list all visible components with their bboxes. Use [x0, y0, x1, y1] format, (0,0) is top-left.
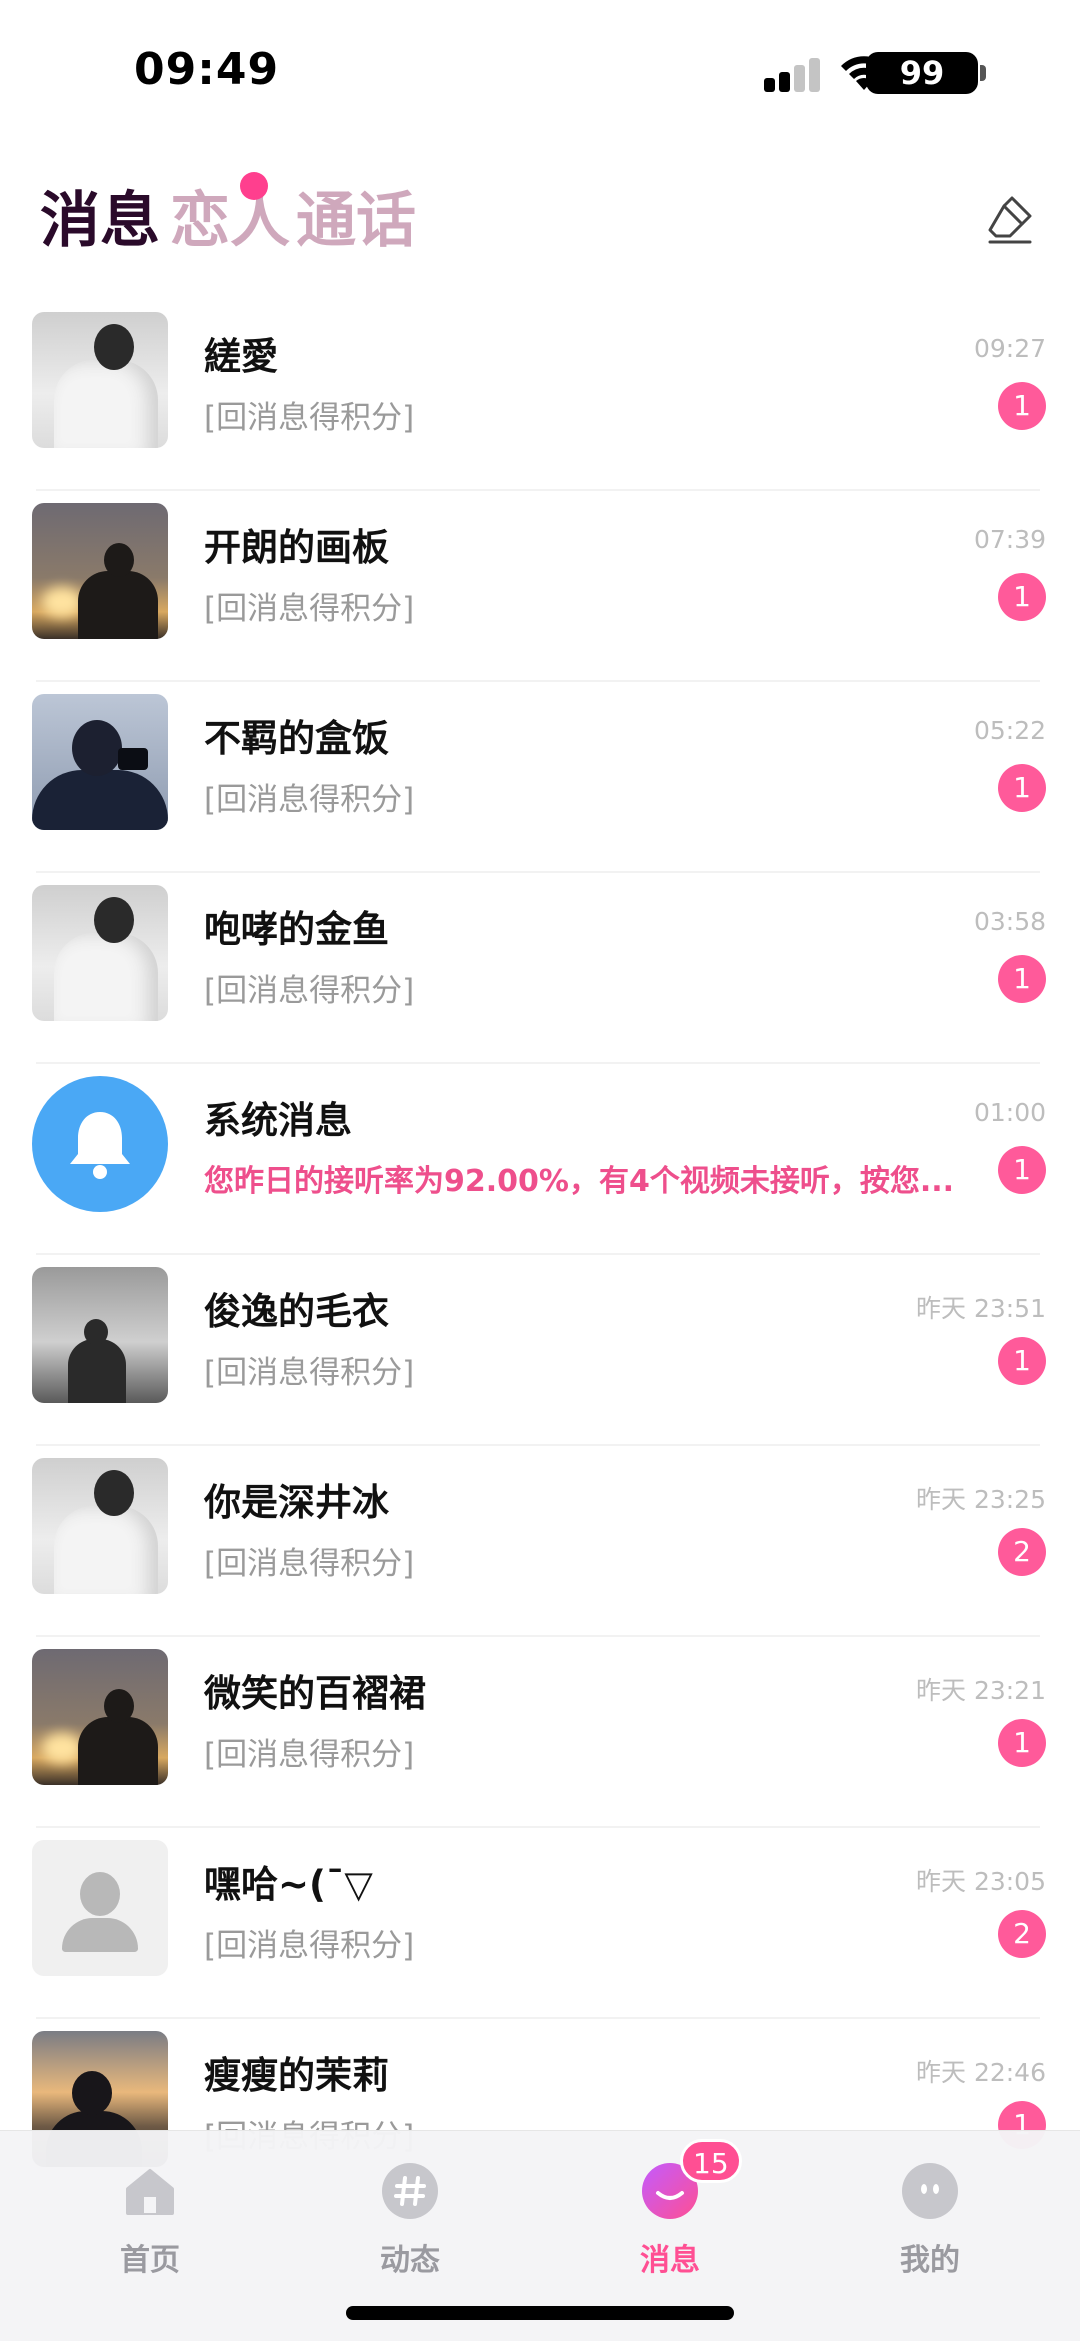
contact-name: 微笑的百褶裙: [204, 1672, 426, 1715]
unread-badge: 2: [998, 1910, 1046, 1958]
battery-icon: 99: [866, 52, 986, 94]
message-preview: [回消息得积分]: [204, 782, 415, 818]
unread-badge: 1: [998, 764, 1046, 812]
avatar[interactable]: [32, 1649, 168, 1785]
message-time: 03:58: [973, 907, 1046, 936]
message-preview: [回消息得积分]: [204, 1355, 415, 1391]
conversation-row[interactable]: 俊逸的毛衣 [回消息得积分] 昨天 23:51 1: [0, 1255, 1080, 1446]
message-time: 昨天 22:46: [916, 2058, 1046, 2087]
conversation-row-system[interactable]: 系统消息 您昨日的接听率为92.00%，有4个视频未接听，按您... 01:00…: [0, 1064, 1080, 1255]
message-time: 昨天 23:25: [916, 1485, 1046, 1514]
message-time: 昨天 23:51: [916, 1294, 1046, 1323]
conversation-row[interactable]: 咆哮的金鱼 [回消息得积分] 03:58 1: [0, 873, 1080, 1064]
message-preview: [回消息得积分]: [204, 1737, 415, 1773]
unread-badge: 1: [998, 1146, 1046, 1194]
hashtag-icon: [382, 2163, 438, 2219]
contact-name: 瘦瘦的茉莉: [204, 2054, 389, 2097]
nav-moments[interactable]: 动态: [330, 2149, 490, 2279]
message-time: 09:27: [973, 334, 1046, 363]
contact-name: 开朗的画板: [204, 526, 389, 569]
avatar[interactable]: [32, 312, 168, 448]
contact-name: 咆哮的金鱼: [204, 908, 389, 951]
tab-messages[interactable]: 消息: [36, 172, 160, 259]
unread-badge: 1: [998, 1719, 1046, 1767]
profile-icon: [902, 2163, 958, 2219]
nav-home[interactable]: 首页: [70, 2149, 230, 2279]
conversation-row[interactable]: 开朗的画板 [回消息得积分] 07:39 1: [0, 491, 1080, 682]
contact-name: 嘿哈~(¯▽: [204, 1863, 373, 1906]
tab-lover-unread-dot: [240, 172, 268, 200]
unread-badge: 1: [998, 955, 1046, 1003]
status-time: 09:49: [134, 44, 280, 95]
avatar[interactable]: [32, 885, 168, 1021]
nav-messages-badge: 15: [680, 2139, 742, 2183]
tab-lover-label: 恋人: [170, 186, 290, 256]
nav-profile[interactable]: 我的: [850, 2149, 1010, 2279]
message-preview: [回消息得积分]: [204, 1928, 415, 1964]
header: 消息 恋人 通话: [0, 150, 1080, 290]
contact-name: 俊逸的毛衣: [204, 1290, 389, 1333]
message-time: 01:00: [973, 1098, 1046, 1127]
contact-name: 系统消息: [204, 1099, 352, 1142]
unread-badge: 1: [998, 382, 1046, 430]
conversation-row[interactable]: 嘿哈~(¯▽ [回消息得积分] 昨天 23:05 2: [0, 1828, 1080, 2019]
tab-messages-label: 消息: [40, 186, 160, 256]
battery-level: 99: [866, 52, 978, 94]
message-preview: 您昨日的接听率为92.00%，有4个视频未接听，按您...: [204, 1164, 955, 1199]
unread-badge: 2: [998, 1528, 1046, 1576]
message-time: 昨天 23:05: [916, 1867, 1046, 1896]
tab-call[interactable]: 通话: [296, 172, 416, 259]
conversation-row[interactable]: 縒愛 [回消息得积分] 09:27 1: [0, 300, 1080, 491]
tab-call-label: 通话: [296, 186, 416, 256]
avatar[interactable]: [32, 1458, 168, 1594]
home-icon: [126, 2169, 174, 2215]
cellular-signal-icon: [764, 56, 822, 92]
message-preview: [回消息得积分]: [204, 1546, 415, 1582]
tab-lover[interactable]: 恋人: [170, 172, 290, 259]
nav-messages-label: 消息: [640, 2243, 700, 2278]
nav-messages[interactable]: 15 消息: [590, 2139, 750, 2279]
message-time: 05:22: [973, 716, 1046, 745]
nav-home-label: 首页: [120, 2243, 180, 2278]
nav-profile-label: 我的: [900, 2243, 960, 2278]
contact-name: 你是深井冰: [204, 1481, 389, 1524]
conversation-list: 縒愛 [回消息得积分] 09:27 1 开朗的画板 [回消息得积分] 07:39…: [0, 300, 1080, 2210]
eraser-icon[interactable]: [982, 194, 1038, 250]
message-preview: [回消息得积分]: [204, 591, 415, 627]
message-preview: [回消息得积分]: [204, 400, 415, 436]
contact-name: 不羁的盒饭: [204, 717, 389, 760]
contact-name: 縒愛: [204, 335, 278, 378]
avatar[interactable]: [32, 694, 168, 830]
avatar[interactable]: [32, 1267, 168, 1403]
home-indicator: [346, 2306, 734, 2320]
conversation-row[interactable]: 微笑的百褶裙 [回消息得积分] 昨天 23:21 1: [0, 1637, 1080, 1828]
message-preview: [回消息得积分]: [204, 973, 415, 1009]
unread-badge: 1: [998, 573, 1046, 621]
conversation-row[interactable]: 你是深井冰 [回消息得积分] 昨天 23:25 2: [0, 1446, 1080, 1637]
avatar[interactable]: [32, 503, 168, 639]
nav-moments-label: 动态: [380, 2243, 440, 2278]
message-time: 07:39: [973, 525, 1046, 554]
message-time: 昨天 23:21: [916, 1676, 1046, 1705]
status-bar: 09:49 99: [0, 0, 1080, 140]
unread-badge: 1: [998, 1337, 1046, 1385]
bell-icon[interactable]: [32, 1076, 168, 1212]
default-avatar-icon[interactable]: [32, 1840, 168, 1976]
conversation-row[interactable]: 不羁的盒饭 [回消息得积分] 05:22 1: [0, 682, 1080, 873]
